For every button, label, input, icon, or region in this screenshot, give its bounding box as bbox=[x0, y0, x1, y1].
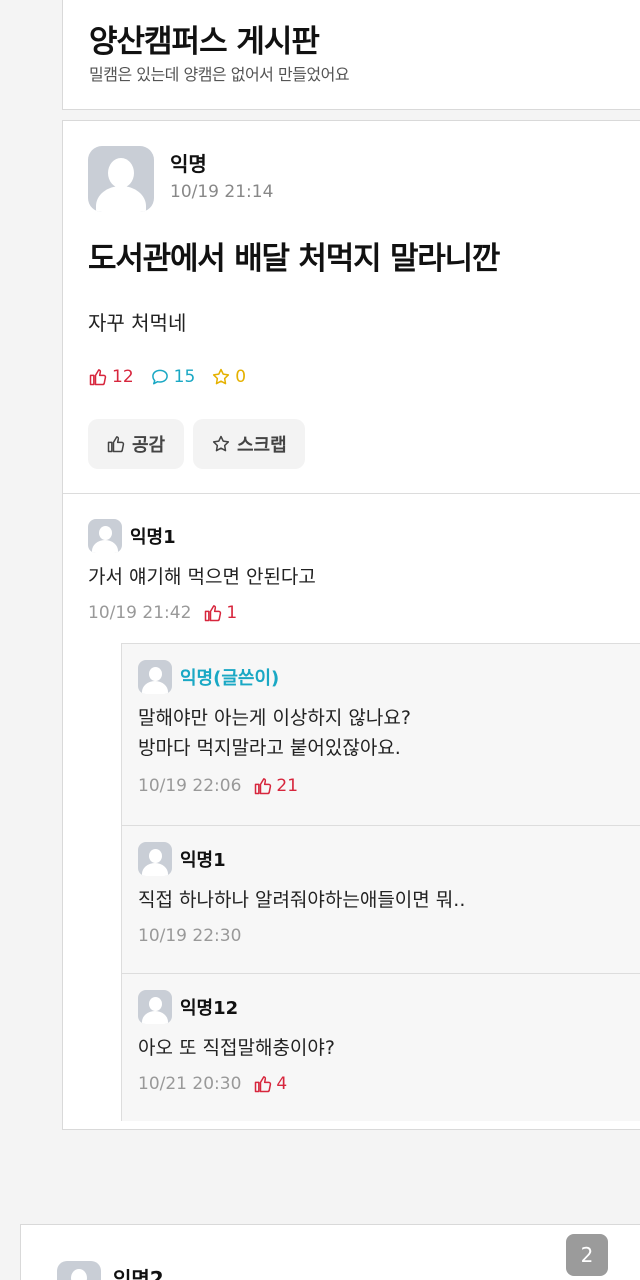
post-body: 자꾸 처먹네 bbox=[88, 311, 187, 335]
reply-content: 익명(글쓴이) 말해야만 아는게 이상하지 않나요? 방마다 먹지말라고 붙어있… bbox=[138, 660, 628, 820]
thumbs-up-icon bbox=[203, 603, 223, 623]
like-button[interactable]: 공감 bbox=[88, 419, 184, 469]
speech-bubble-icon bbox=[150, 367, 170, 387]
default-avatar-icon bbox=[88, 146, 154, 212]
reply-like-value: 21 bbox=[276, 776, 299, 796]
comment-time: 10/19 21:42 bbox=[88, 603, 192, 623]
comment-like-value: 1 bbox=[226, 603, 238, 623]
like-count: 12 bbox=[88, 367, 134, 387]
scrap-count: 0 bbox=[211, 367, 246, 387]
reply-time: 10/21 20:30 bbox=[138, 1074, 242, 1094]
reply-content: 익명1 직접 하나하나 알려줘야하는애들이면 뭐.. 10/19 22:30 bbox=[138, 842, 628, 970]
reply-text-line-1: 말해야만 아는게 이상하지 않나요? bbox=[138, 707, 411, 729]
board-header: 양산캠퍼스 게시판 밀캠은 있는데 양캠은 없어서 만들었어요 bbox=[62, 0, 640, 110]
scrap-count-value: 0 bbox=[235, 367, 247, 387]
reply-like-value: 4 bbox=[276, 1074, 288, 1094]
post-card: 익명 10/19 21:14 도서관에서 배달 처먹지 말라니깐 자꾸 처먹네 … bbox=[62, 120, 640, 1130]
reply-content: 익명12 아오 또 직접말해충이야? 10/21 20:30 4 bbox=[138, 990, 628, 1118]
divider bbox=[63, 493, 640, 494]
star-icon bbox=[211, 434, 231, 454]
reply: 익명(글쓴이) 말해야만 아는게 이상하지 않나요? 방마다 먹지말라고 붙어있… bbox=[121, 643, 640, 825]
like-count-value: 12 bbox=[112, 367, 134, 387]
scrap-button-label: 스크랩 bbox=[237, 435, 287, 456]
reply-meta: 10/19 22:30 bbox=[138, 926, 241, 946]
star-icon bbox=[211, 367, 231, 387]
post-stats: 12 15 0 bbox=[88, 367, 246, 387]
board-subtitle: 밀캠은 있는데 양캠은 없어서 만들었어요 bbox=[89, 65, 350, 84]
reply-author: 익명12 bbox=[180, 998, 239, 1019]
default-avatar-icon bbox=[138, 842, 172, 876]
post-time: 10/19 21:14 bbox=[170, 182, 274, 202]
reply-author: 익명(글쓴이) bbox=[180, 668, 280, 689]
comment: 익명1 가서 얘기해 먹으면 안된다고 10/19 21:42 1 bbox=[88, 519, 628, 629]
reply-like-count: 4 bbox=[253, 1074, 287, 1094]
post-actions: 공감 스크랩 bbox=[88, 419, 305, 469]
post-title: 도서관에서 배달 처먹지 말라니깐 bbox=[88, 241, 500, 277]
comment-author: 익명1 bbox=[130, 527, 176, 548]
scrap-button[interactable]: 스크랩 bbox=[193, 419, 305, 469]
board-title[interactable]: 양산캠퍼스 게시판 bbox=[89, 16, 320, 61]
reply-meta: 10/21 20:30 4 bbox=[138, 1074, 287, 1094]
default-avatar-icon bbox=[138, 660, 172, 694]
default-avatar-icon bbox=[57, 1261, 101, 1280]
reply-text: 직접 하나하나 알려줘야하는애들이면 뭐.. bbox=[138, 889, 466, 911]
reply-meta: 10/19 22:06 21 bbox=[138, 776, 298, 796]
comment-like-count: 1 bbox=[203, 603, 237, 623]
next-post-card[interactable]: 익명2 bbox=[20, 1224, 640, 1280]
comment-count-value: 15 bbox=[173, 367, 196, 387]
thumbs-up-icon bbox=[253, 776, 273, 796]
reply-text-line-2: 방마다 먹지말라고 붙어있잖아요. bbox=[138, 737, 401, 759]
reply-time: 10/19 22:30 bbox=[138, 926, 242, 946]
reply-text: 아오 또 직접말해충이야? bbox=[138, 1037, 335, 1059]
like-button-label: 공감 bbox=[132, 435, 166, 456]
reply-author: 익명1 bbox=[180, 850, 226, 871]
comment-text: 가서 얘기해 먹으면 안된다고 bbox=[88, 566, 316, 588]
comment-count: 15 bbox=[150, 367, 196, 387]
reply-time: 10/19 22:06 bbox=[138, 776, 242, 796]
post-author: 익명 bbox=[170, 152, 207, 176]
reply: 익명12 아오 또 직접말해충이야? 10/21 20:30 4 bbox=[121, 973, 640, 1121]
default-avatar-icon bbox=[138, 990, 172, 1024]
next-post-author: 익명2 bbox=[113, 1267, 164, 1280]
default-avatar-icon bbox=[88, 519, 122, 553]
reply: 익명1 직접 하나하나 알려줘야하는애들이면 뭐.. 10/19 22:30 bbox=[121, 825, 640, 973]
reply-like-count: 21 bbox=[253, 776, 298, 796]
thumbs-up-icon bbox=[106, 434, 126, 454]
thumbs-up-icon bbox=[253, 1074, 273, 1094]
thumbs-up-icon bbox=[88, 367, 108, 387]
comment-meta: 10/19 21:42 1 bbox=[88, 603, 237, 623]
page-indicator: 2 bbox=[566, 1234, 608, 1276]
